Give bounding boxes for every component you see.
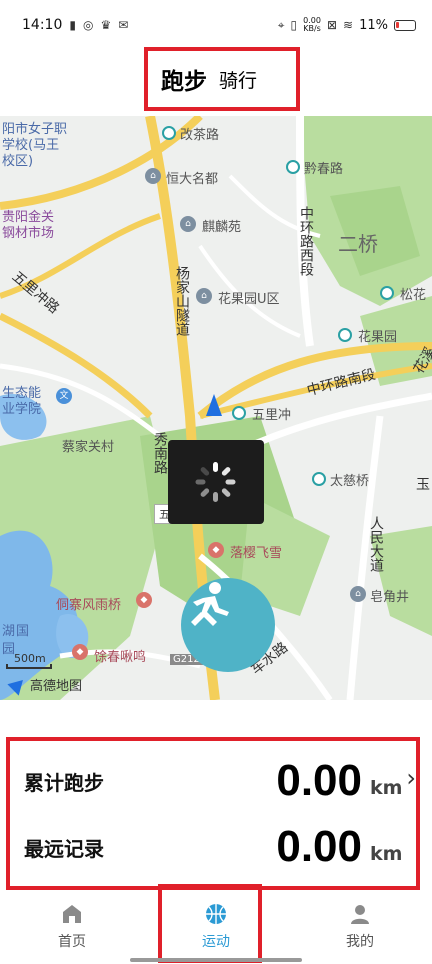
map-label-hu-1: 湖: [2, 624, 16, 639]
spinner-dot: [220, 466, 232, 477]
metro-icon: [380, 286, 394, 300]
metro-icon: [232, 406, 246, 420]
map-label-school-3: 校区): [2, 154, 34, 169]
spinner-dot: [220, 487, 232, 498]
metro-icon: [286, 160, 300, 174]
map-label-yuchun: 馀春啾鸣: [94, 650, 147, 665]
stat-best-label: 最远记录: [24, 836, 104, 861]
spinner-dot: [199, 466, 211, 477]
spinner-dot: [225, 479, 236, 485]
stat-best-record: 最远记录 0.00 km: [24, 817, 406, 877]
poi-icon: ⌂: [350, 586, 366, 602]
map-label-dongzhai: 侗寨风雨桥: [56, 598, 122, 613]
map-label-huaguoyuan: 花果园: [358, 330, 398, 345]
battery-icon: [394, 19, 416, 31]
map-label-zhonghuan-west: 中环路西段: [298, 206, 314, 276]
map-logo-text: 高德地图: [30, 679, 83, 694]
nav-item-home[interactable]: 首页: [0, 890, 144, 964]
map-label-qianchun: 黔春路: [304, 162, 344, 177]
crown-icon: ♛: [100, 18, 112, 32]
map-label-taiciqiao: 太慈桥: [330, 474, 370, 489]
start-run-button[interactable]: [181, 578, 275, 672]
net-speed-unit: KB/s: [303, 24, 321, 33]
app-screen: 14:10 ▮ ◎ ♛ ✉ ⌖ ▯ 0.00 KB/s ⊠ ≋ 11% 跑步 骑…: [0, 0, 432, 964]
metro-icon: [312, 472, 326, 486]
map-logo: 高德地图: [7, 673, 83, 696]
map-label-renmin: 人民大道: [368, 516, 384, 572]
no-sim-icon: ⊠: [326, 18, 338, 32]
mode-tabs: 跑步 骑行: [144, 47, 300, 111]
status-bar: 14:10 ▮ ◎ ♛ ✉ ⌖ ▯ 0.00 KB/s ⊠ ≋ 11%: [0, 0, 432, 50]
spinner-dot: [213, 462, 218, 472]
nav-label-mine: 我的: [346, 934, 374, 950]
home-icon: [63, 905, 81, 923]
metro-icon: [162, 126, 176, 140]
current-location-icon: [206, 394, 222, 416]
spinner-dot: [195, 479, 206, 485]
map-label-yangjia: 杨家山隧道: [174, 266, 190, 336]
app-notify-icon: ◎: [82, 18, 94, 32]
tab-ride[interactable]: 骑行: [219, 66, 257, 93]
net-speed: 0.00 KB/s: [303, 17, 321, 33]
map-label-qilin: 麒麟苑: [202, 220, 242, 235]
sim-icon: ▮: [69, 18, 76, 32]
map-label-hengda: 恒大名都: [166, 172, 219, 187]
school-icon: 文: [56, 388, 72, 404]
scenic-icon: ◆: [208, 542, 224, 558]
home-indicator: [130, 958, 302, 962]
stat-total-value: 0.00: [276, 756, 362, 805]
poi-icon: ⌂: [180, 216, 196, 232]
nav-item-mine[interactable]: 我的: [288, 890, 432, 964]
wifi-icon: ≋: [343, 18, 354, 32]
metro-icon: [338, 328, 352, 342]
message-icon: ✉: [118, 18, 129, 32]
spinner-dot: [199, 487, 211, 498]
spinner-dot: [213, 492, 218, 502]
poi-icon: ⌂: [145, 168, 161, 184]
stat-total-unit: km: [370, 777, 403, 799]
status-time: 14:10: [22, 17, 63, 33]
location-icon: ⌖: [277, 17, 285, 32]
tab-run[interactable]: 跑步: [161, 62, 207, 96]
map-label-guiyang-2: 钢材市场: [2, 226, 55, 241]
vibrate-icon: ▯: [290, 18, 298, 32]
stat-total-label: 累计跑步: [24, 770, 104, 795]
battery-percent: 11%: [359, 17, 388, 33]
map-label-fujiaojing: 皂角井: [370, 590, 410, 605]
amap-logo-icon: [7, 673, 29, 696]
user-icon: [351, 905, 369, 924]
stats-panel[interactable]: 累计跑步 0.00 km › 最远记录 0.00 km: [6, 737, 420, 890]
map-label-yu: 玉: [416, 477, 430, 493]
map-label-erqiao: 二桥: [338, 232, 378, 256]
map-scale-bar: [6, 664, 52, 669]
nav-label-home: 首页: [58, 934, 86, 950]
map-label-huaguoyuan-u: 花果园U区: [218, 292, 280, 307]
poi-icon: ⌂: [196, 288, 212, 304]
map-view[interactable]: 阳市女子职 学校(马王 校区) 贵阳金关 钢材市场 生态能 业学院 改茶路 ⌂ …: [0, 116, 432, 700]
stat-total-run: 累计跑步 0.00 km: [24, 751, 406, 811]
stat-best-value: 0.00: [276, 822, 362, 871]
map-label-hu-2: 国: [16, 624, 30, 639]
active-tab-highlight: [158, 884, 262, 963]
map-label-eco-2: 业学院: [2, 402, 42, 417]
runner-icon: [191, 582, 229, 626]
map-label-caijiaguan: 蔡家关村: [62, 440, 115, 455]
scenic-icon: ◆: [136, 592, 152, 608]
scenic-icon: ◆: [72, 644, 88, 660]
map-label-wulichong: 五里冲: [252, 408, 292, 423]
stat-best-unit: km: [370, 843, 403, 865]
loading-indicator: [168, 440, 264, 524]
chevron-right-icon[interactable]: ›: [406, 764, 416, 792]
map-label-xiu: 秀南路: [152, 432, 168, 474]
map-label-songhua: 松花: [400, 288, 427, 303]
map-label-luoyingfeixue: 落樱飞雪: [230, 546, 283, 561]
map-label-gaicha: 改茶路: [180, 128, 220, 143]
